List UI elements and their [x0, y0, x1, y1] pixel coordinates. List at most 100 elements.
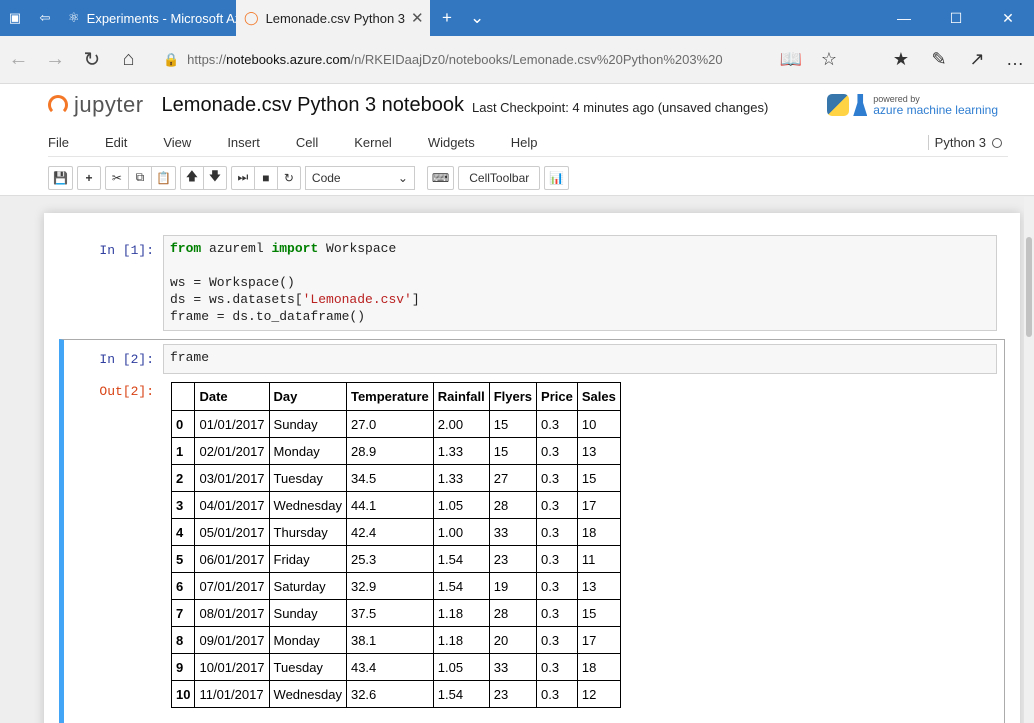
table-cell: 13	[576, 437, 621, 465]
table-cell: Monday	[268, 626, 347, 654]
insert-cell-icon[interactable]: +	[76, 165, 101, 190]
menu-widgets[interactable]: Widgets	[428, 135, 475, 150]
table-cell: Sunday	[268, 410, 347, 438]
scrollbar-thumb[interactable]	[1026, 237, 1032, 337]
table-cell: 42.4	[345, 518, 434, 546]
menu-help[interactable]: Help	[511, 135, 538, 150]
home-icon[interactable]: ⌂	[110, 48, 147, 71]
table-cell: 11/01/2017	[194, 680, 270, 708]
table-cell: 15	[576, 599, 621, 627]
code-cell-1[interactable]: In [1]: from azureml import Workspace ws…	[59, 231, 1005, 331]
copy-icon[interactable]: ⧉	[127, 165, 152, 190]
refresh-icon[interactable]: ↻	[73, 47, 110, 72]
table-row: 9 10/01/2017 Tuesday 43.4 1.05 33 0.3 18	[170, 653, 621, 681]
tab-lemonade-notebook[interactable]: ◯ Lemonade.csv Python 3 ✕	[236, 0, 430, 36]
more-icon[interactable]: …	[996, 49, 1034, 70]
table-cell: Tuesday	[268, 464, 347, 492]
menu-cell[interactable]: Cell	[296, 135, 318, 150]
close-window-icon[interactable]: ✕	[982, 10, 1034, 27]
menu-file[interactable]: File	[48, 135, 69, 150]
table-cell: 17	[576, 626, 621, 654]
share-icon[interactable]: ↗	[958, 49, 996, 70]
table-row: 3 04/01/2017 Wednesday 44.1 1.05 28 0.3 17	[170, 491, 621, 519]
forward-icon[interactable]: →	[37, 48, 74, 71]
checkpoint-status: Last Checkpoint: 4 minutes ago (unsaved …	[471, 99, 769, 115]
table-cell: 05/01/2017	[194, 518, 270, 546]
menu-insert[interactable]: Insert	[227, 135, 260, 150]
tab-manager-icon[interactable]: ▣	[0, 0, 30, 36]
move-down-icon[interactable]: 🡇	[202, 165, 227, 190]
code-cell-2-selected[interactable]: In [2]: frame Out[2]: Date Day Temperature…	[59, 339, 1005, 723]
table-cell: 0.3	[536, 491, 578, 519]
move-up-icon[interactable]: 🡅	[179, 165, 204, 190]
menu-view[interactable]: View	[163, 135, 191, 150]
browser-tab-strip: ▣ ⇦ ⚛ Experiments - Microsoft Azu ◯ Lemo…	[0, 0, 1034, 36]
table-cell: Tuesday	[268, 653, 347, 681]
column-header: Day	[268, 382, 347, 411]
notebook-title[interactable]: Lemonade.csv Python 3 notebook	[162, 94, 464, 117]
tab-experiments[interactable]: ⚛ Experiments - Microsoft Azu	[60, 0, 236, 36]
paste-icon[interactable]: 📋	[150, 165, 176, 190]
chevron-down-icon: ⌄	[397, 170, 408, 185]
table-cell: 13	[576, 572, 621, 600]
back-icon[interactable]: ←	[0, 48, 37, 71]
table-row: 5 06/01/2017 Friday 25.3 1.54 23 0.3 11	[170, 545, 621, 573]
column-header	[170, 382, 196, 411]
table-cell: 18	[576, 653, 621, 681]
menu-edit[interactable]: Edit	[105, 135, 127, 150]
new-tab-icon[interactable]: +	[442, 8, 452, 28]
restart-icon[interactable]: ↻	[276, 165, 301, 190]
table-cell: 15	[576, 464, 621, 492]
table-cell: 28	[488, 491, 538, 519]
column-header: Price	[536, 382, 578, 411]
table-cell: 43.4	[345, 653, 434, 681]
column-header: Flyers	[488, 382, 538, 411]
table-cell: 1.54	[432, 572, 490, 600]
celltoolbar-button[interactable]: CellToolbar	[458, 165, 541, 190]
tab-label: Experiments - Microsoft Azu	[86, 10, 236, 26]
table-cell: 01/01/2017	[194, 410, 270, 438]
table-cell: 32.6	[345, 680, 434, 708]
cut-icon[interactable]: ✂	[104, 165, 129, 190]
minimize-icon[interactable]: —	[878, 10, 930, 26]
keyboard-icon[interactable]: ⌨	[426, 165, 455, 190]
table-cell: 0.3	[536, 626, 578, 654]
save-icon[interactable]: 💾	[48, 165, 73, 190]
favorites-hub-icon[interactable]: ★	[882, 49, 920, 70]
table-row: 1 02/01/2017 Monday 28.9 1.33 15 0.3 13	[170, 437, 621, 465]
close-tab-icon[interactable]: ✕	[405, 9, 424, 27]
table-cell: 02/01/2017	[194, 437, 270, 465]
cell-type-select[interactable]: Code ⌄	[304, 165, 415, 190]
menu-bar: File Edit View Insert Cell Kernel Widget…	[0, 126, 1034, 160]
vertical-scrollbar[interactable]	[1024, 197, 1034, 723]
bar-chart-icon[interactable]: 📊	[544, 165, 570, 190]
run-icon[interactable]: ⏭	[230, 165, 255, 190]
code-editor[interactable]: from azureml import Workspace ws = Works…	[163, 235, 997, 331]
table-cell: 28.9	[345, 437, 434, 465]
set-aside-tabs-icon[interactable]: ⇦	[30, 0, 60, 36]
table-cell: 12	[576, 680, 621, 708]
table-cell: 1.18	[432, 599, 490, 627]
maximize-icon[interactable]: ☐	[930, 10, 982, 27]
reading-view-icon[interactable]: 📖	[772, 49, 810, 70]
output-prompt: Out[2]:	[99, 384, 154, 399]
tab-preview-chevron-icon[interactable]: ⌄	[470, 8, 484, 28]
row-index: 9	[170, 653, 196, 681]
favorite-star-icon[interactable]: ☆	[810, 49, 848, 70]
azure-ml-badge: powered by azure machine learning	[827, 94, 998, 116]
table-cell: Wednesday	[268, 680, 347, 708]
address-bar[interactable]: 🔒 https://notebooks.azure.com/n/RKEIDaaj…	[163, 45, 772, 75]
table-row: 2 03/01/2017 Tuesday 34.5 1.33 27 0.3 15	[170, 464, 621, 492]
table-cell: 2.00	[432, 410, 490, 438]
code-editor[interactable]: frame	[163, 344, 997, 374]
table-cell: 17	[576, 491, 621, 519]
web-note-icon[interactable]: ✎	[920, 49, 958, 70]
notebook-container: In [1]: from azureml import Workspace ws…	[44, 213, 1020, 723]
table-row: 8 09/01/2017 Monday 38.1 1.18 20 0.3 17	[170, 626, 621, 654]
menu-kernel[interactable]: Kernel	[354, 135, 392, 150]
stop-icon[interactable]: ■	[253, 165, 278, 190]
table-cell: 06/01/2017	[194, 545, 270, 573]
jupyter-ring-icon	[48, 95, 68, 115]
jupyter-logo[interactable]: jupyter	[48, 92, 144, 118]
table-cell: Saturday	[268, 572, 347, 600]
